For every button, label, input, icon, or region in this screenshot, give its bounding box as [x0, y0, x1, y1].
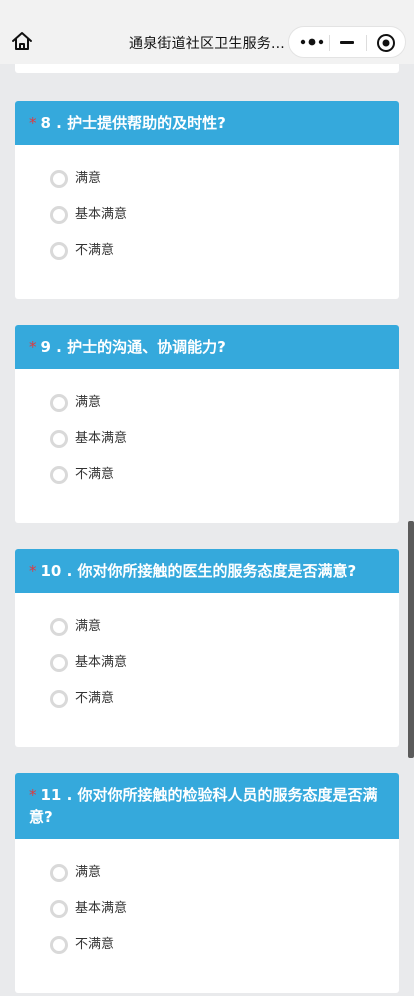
option-label: 基本满意 [75, 207, 128, 222]
option-label: 满意 [75, 171, 102, 186]
option-unsatisfied[interactable]: 不满意 [50, 690, 399, 728]
options-list: 满意 基本满意 不满意 [15, 593, 399, 728]
required-mark: * [29, 562, 37, 580]
required-mark: * [29, 338, 37, 356]
question-title: 9 . 护士的沟通、协调能力? [40, 338, 226, 356]
option-basically-satisfied[interactable]: 基本满意 [50, 654, 399, 692]
radio-button[interactable] [50, 466, 68, 484]
question-header: * 9 . 护士的沟通、协调能力? [15, 325, 399, 369]
option-unsatisfied[interactable]: 不满意 [50, 936, 399, 974]
home-icon[interactable] [11, 30, 33, 52]
nav-bar: 通泉街道社区卫生服务... [0, 0, 414, 64]
option-label: 基本满意 [75, 655, 128, 670]
capsule-divider [366, 35, 367, 51]
question-card-11: * 11 . 你对你所接触的检验科人员的服务态度是否满意? 满意 基本满意 不满意 [15, 773, 399, 993]
required-mark: * [29, 786, 37, 804]
radio-button[interactable] [50, 690, 68, 708]
option-satisfied[interactable]: 满意 [50, 864, 399, 902]
radio-button[interactable] [50, 242, 68, 260]
option-label: 不满意 [75, 691, 115, 706]
option-label: 不满意 [75, 937, 115, 952]
required-mark: * [29, 114, 37, 132]
option-satisfied[interactable]: 满意 [50, 394, 399, 432]
question-title: 10 . 你对你所接触的医生的服务态度是否满意? [40, 562, 357, 580]
option-satisfied[interactable]: 满意 [50, 170, 399, 208]
question-header: * 10 . 你对你所接触的医生的服务态度是否满意? [15, 549, 399, 593]
radio-button[interactable] [50, 206, 68, 224]
radio-button[interactable] [50, 936, 68, 954]
option-label: 基本满意 [75, 431, 128, 446]
options-list: 满意 基本满意 不满意 [15, 839, 399, 974]
radio-button[interactable] [50, 170, 68, 188]
option-satisfied[interactable]: 满意 [50, 618, 399, 656]
option-basically-satisfied[interactable]: 基本满意 [50, 430, 399, 468]
page-title: 通泉街道社区卫生服务... [129, 36, 285, 52]
option-label: 不满意 [75, 467, 115, 482]
option-unsatisfied[interactable]: 不满意 [50, 466, 399, 504]
mini-program-capsule [288, 26, 406, 58]
radio-button[interactable] [50, 430, 68, 448]
question-card-8: * 8 . 护士提供帮助的及时性? 满意 基本满意 不满意 [15, 101, 399, 299]
question-card-9: * 9 . 护士的沟通、协调能力? 满意 基本满意 不满意 [15, 325, 399, 523]
scrollbar[interactable] [408, 521, 414, 758]
radio-button[interactable] [50, 900, 68, 918]
close-circle-icon[interactable] [376, 33, 396, 53]
radio-button[interactable] [50, 654, 68, 672]
option-label: 满意 [75, 395, 102, 410]
question-header: * 11 . 你对你所接触的检验科人员的服务态度是否满意? [15, 773, 399, 839]
option-label: 基本满意 [75, 901, 128, 916]
question-title: 11 . 你对你所接触的检验科人员的服务态度是否满意? [29, 786, 378, 826]
options-list: 满意 基本满意 不满意 [15, 369, 399, 504]
capsule-divider [329, 35, 330, 51]
option-unsatisfied[interactable]: 不满意 [50, 242, 399, 280]
more-dots-icon[interactable] [299, 34, 325, 50]
question-header: * 8 . 护士提供帮助的及时性? [15, 101, 399, 145]
minimize-icon[interactable] [340, 41, 354, 44]
options-list: 满意 基本满意 不满意 [15, 145, 399, 280]
radio-button[interactable] [50, 864, 68, 882]
option-label: 满意 [75, 865, 102, 880]
option-basically-satisfied[interactable]: 基本满意 [50, 900, 399, 938]
radio-button[interactable] [50, 394, 68, 412]
question-title: 8 . 护士提供帮助的及时性? [40, 114, 226, 132]
radio-button[interactable] [50, 618, 68, 636]
option-label: 满意 [75, 619, 102, 634]
option-label: 不满意 [75, 243, 115, 258]
option-basically-satisfied[interactable]: 基本满意 [50, 206, 399, 244]
question-card-10: * 10 . 你对你所接触的医生的服务态度是否满意? 满意 基本满意 不满意 [15, 549, 399, 747]
